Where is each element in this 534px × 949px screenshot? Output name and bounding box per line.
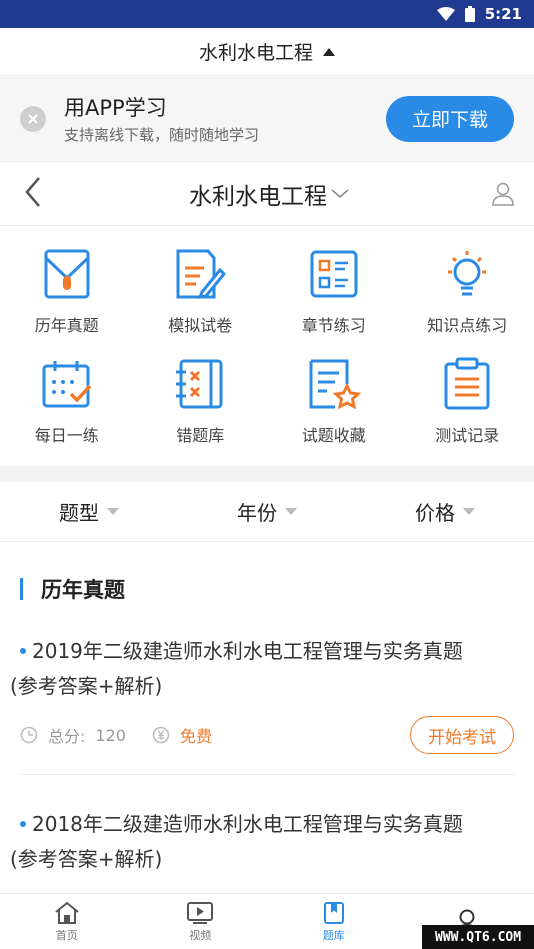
exam-meta: 总分: 120 免费 开始考试 [20, 716, 514, 754]
triangle-up-icon [323, 47, 335, 56]
caret-down-icon [285, 508, 297, 515]
exam-list: 2019年二级建造师水利水电工程管理与实务真题 (参考答案+解析) 总分: 12… [0, 602, 534, 897]
exam-score-value: 120 [95, 725, 126, 745]
filter-bar: 题型 年份 价格 [0, 482, 534, 542]
exam-score: 总分: 120 [20, 723, 126, 747]
video-icon [187, 901, 214, 924]
subject-switcher-label: 水利水电工程 [198, 42, 313, 64]
start-exam-button[interactable]: 开始考试 [410, 716, 514, 754]
grid-label: 错题库 [176, 426, 225, 445]
exam-title: 2019年二级建造师水利水电工程管理与实务真题 (参考答案+解析) [10, 634, 514, 704]
tab-label: 题库 [322, 928, 345, 942]
download-button[interactable]: 立即下载 [386, 95, 514, 142]
grid-label: 每日一练 [34, 426, 99, 445]
grid-label: 模拟试卷 [168, 316, 233, 335]
user-icon[interactable] [484, 182, 514, 206]
folder-icon [39, 246, 95, 302]
filter-label: 年份 [237, 501, 277, 525]
home-icon [55, 901, 79, 924]
exam-item[interactable]: 2018年二级建造师水利水电工程管理与实务真题 (参考答案+解析) [10, 775, 514, 897]
grid-label: 章节练习 [301, 316, 366, 335]
feature-grid: 历年真题 模拟试卷 章节练习 知识点练习 每日一练 错题库 试题收藏 测试记录 [0, 226, 534, 466]
bullet-dot [20, 821, 26, 827]
app-download-banner: 用APP学习 支持离线下载，随时随地学习 立即下载 [0, 76, 534, 162]
exam-title-line2: (参考答案+解析) [10, 847, 163, 871]
battery-icon [464, 6, 475, 22]
grid-item-test-records[interactable]: 测试记录 [401, 356, 534, 463]
bullet-dot [20, 648, 26, 654]
back-icon[interactable] [24, 176, 54, 212]
doc-star-icon [306, 356, 362, 412]
exam-title-line2: (参考答案+解析) [10, 674, 163, 698]
yuan-icon [152, 726, 170, 744]
grid-item-daily-practice[interactable]: 每日一练 [0, 356, 134, 463]
grid-label: 知识点练习 [427, 316, 508, 335]
status-time: 5:21 [484, 5, 522, 23]
exam-price: 免费 [152, 723, 212, 747]
close-icon[interactable] [20, 105, 46, 132]
tab-label: 首页 [55, 928, 78, 942]
exam-price-value: 免费 [179, 727, 212, 746]
subject-switcher[interactable]: 水利水电工程 [0, 28, 534, 76]
clipboard-icon [439, 356, 495, 412]
grid-label: 测试记录 [435, 426, 500, 445]
banner-subtitle: 支持离线下载，随时随地学习 [64, 126, 260, 144]
caret-down-icon [107, 508, 119, 515]
filter-question-type[interactable]: 题型 [59, 497, 119, 526]
exam-item[interactable]: 2019年二级建造师水利水电工程管理与实务真题 (参考答案+解析) 总分: 12… [10, 602, 514, 775]
filter-price[interactable]: 价格 [415, 497, 475, 526]
exam-title-line1: 2018年二级建造师水利水电工程管理与实务真题 [32, 812, 463, 836]
section-title: 历年真题 [41, 578, 125, 602]
grid-label: 历年真题 [34, 316, 99, 335]
grid-item-mock-papers[interactable]: 模拟试卷 [134, 246, 268, 353]
exam-score-label: 总分: [48, 727, 86, 746]
section-header: 历年真题 [20, 576, 534, 602]
filter-label: 价格 [415, 501, 455, 525]
banner-title: 用APP学习 [64, 96, 167, 120]
paper-pen-icon [172, 246, 228, 302]
wrong-book-icon [172, 356, 228, 412]
nav-title-dropdown[interactable]: 水利水电工程 [189, 177, 349, 211]
exam-title: 2018年二级建造师水利水电工程管理与实务真题 (参考答案+解析) [10, 807, 514, 877]
wifi-icon [436, 7, 455, 21]
grid-item-knowledge-practice[interactable]: 知识点练习 [401, 246, 534, 353]
watermark: WWW.QT6.COM [422, 925, 534, 949]
lightbulb-icon [439, 246, 495, 302]
section-divider [0, 466, 534, 482]
tab-video[interactable]: 视频 [134, 894, 268, 949]
grid-item-chapter-practice[interactable]: 章节练习 [267, 246, 401, 353]
exam-title-line1: 2019年二级建造师水利水电工程管理与实务真题 [32, 639, 463, 663]
nav-bar: 水利水电工程 [0, 162, 534, 226]
caret-down-icon [463, 508, 475, 515]
tab-question-bank[interactable]: 题库 [267, 894, 401, 949]
calendar-check-icon [39, 356, 95, 412]
bookmark-icon [323, 901, 344, 924]
nav-title: 水利水电工程 [189, 183, 327, 210]
tab-label: 视频 [189, 928, 212, 942]
status-bar: 5:21 [0, 0, 534, 28]
grid-label: 试题收藏 [301, 426, 366, 445]
grid-item-past-exams[interactable]: 历年真题 [0, 246, 134, 353]
filter-label: 题型 [59, 501, 99, 525]
clock-icon [20, 726, 38, 744]
tab-home[interactable]: 首页 [0, 894, 134, 949]
filter-year[interactable]: 年份 [237, 497, 297, 526]
grid-item-wrong-questions[interactable]: 错题库 [134, 356, 268, 463]
section-accent-bar [20, 578, 23, 600]
checklist-icon [306, 246, 362, 302]
grid-item-favorites[interactable]: 试题收藏 [267, 356, 401, 463]
chevron-down-icon [331, 188, 349, 198]
